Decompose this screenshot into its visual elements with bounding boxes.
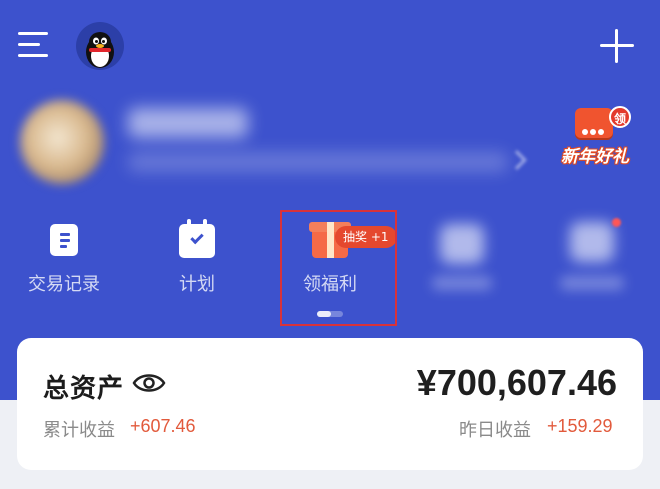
profile-avatar[interactable] (20, 100, 104, 184)
blurred-menu-icon[interactable] (440, 224, 484, 264)
hamburger-menu-icon[interactable] (18, 30, 50, 60)
notification-dot (612, 218, 621, 227)
claim-tag: 领 (609, 106, 631, 128)
plus-icon[interactable] (600, 29, 634, 63)
new-year-gift-label: 新年好礼 (561, 147, 629, 167)
assets-title: 总资产 (43, 374, 125, 404)
profile-name-blurred (128, 108, 248, 138)
quick-menu-label: 计划 (179, 274, 215, 295)
chat-bubble-icon (575, 108, 613, 138)
document-icon (50, 224, 78, 256)
penguin-avatar-icon[interactable] (76, 22, 124, 70)
yesterday-earnings-label: 昨日收益 (459, 420, 531, 441)
quick-menu-label: 交易记录 (28, 274, 100, 295)
blurred-menu-label (560, 276, 624, 290)
page-indicator (317, 311, 343, 317)
cumulative-earnings-value: +607.46 (130, 416, 196, 436)
highlight-box (280, 210, 397, 326)
assets-card[interactable]: 总资产 ¥700,607.46 累计收益 +607.46 昨日收益 +159.2… (17, 338, 643, 470)
yesterday-earnings-value: +159.29 (547, 416, 613, 436)
blurred-menu-icon[interactable] (570, 222, 614, 262)
calendar-check-icon (179, 219, 215, 258)
eye-icon[interactable] (132, 371, 166, 395)
blurred-menu-label (432, 276, 492, 290)
cumulative-earnings-label: 累计收益 (43, 420, 115, 441)
total-assets-value: ¥700,607.46 (416, 362, 617, 403)
new-year-gift-badge[interactable]: 领 新年好礼 (555, 104, 635, 170)
profile-subtitle-blurred (128, 152, 508, 172)
